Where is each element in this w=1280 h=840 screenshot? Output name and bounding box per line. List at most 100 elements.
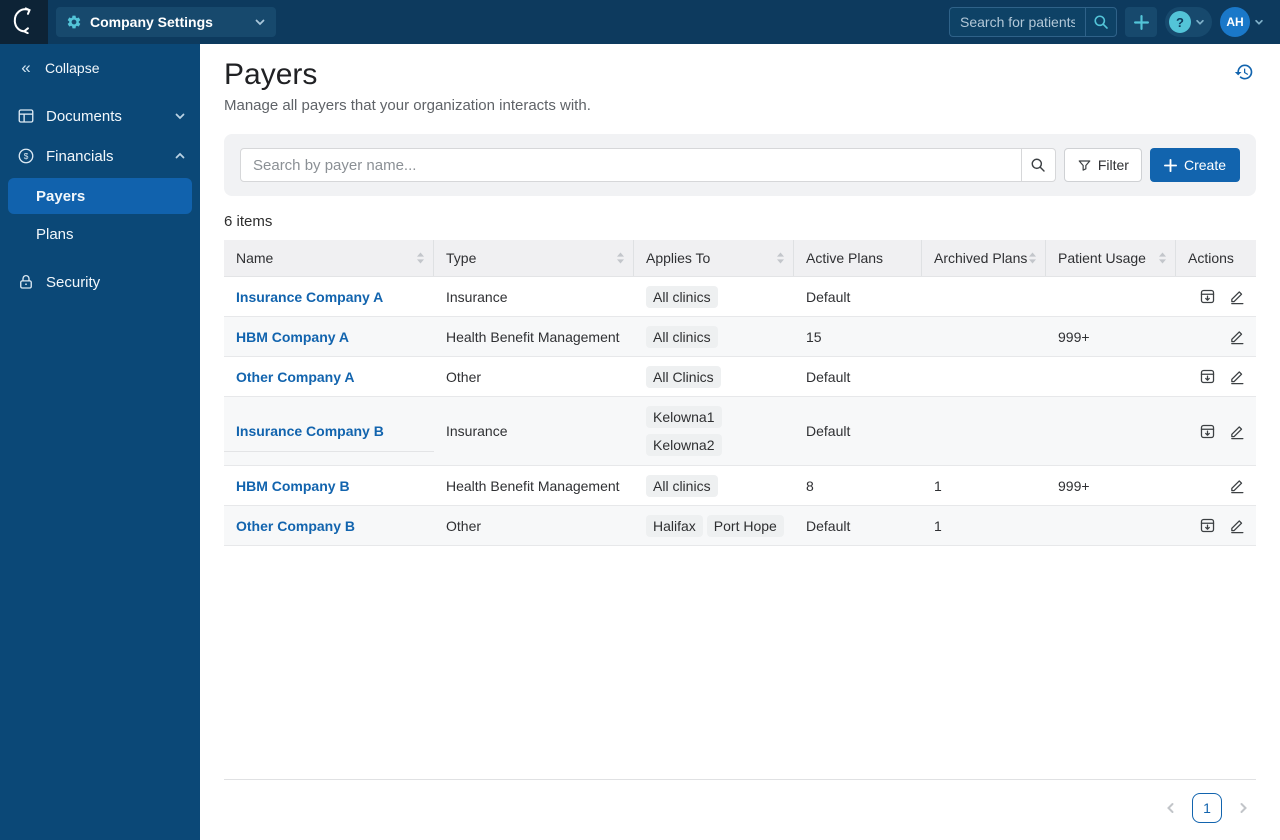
edit-icon <box>1229 368 1246 385</box>
actions-cell <box>1176 506 1256 545</box>
payer-search-button[interactable] <box>1021 148 1056 182</box>
column-label: Applies To <box>646 250 711 266</box>
patient-usage-cell: 999+ <box>1058 477 1090 494</box>
payers-table: Name Type Applies To Active Plans Archived P… <box>224 240 1256 546</box>
payer-type: Insurance <box>446 423 508 439</box>
edit-button[interactable] <box>1229 368 1246 385</box>
column-label: Name <box>236 250 274 266</box>
help-menu-button[interactable]: ? <box>1165 7 1212 37</box>
patient-search-button[interactable] <box>1085 7 1117 37</box>
active-plans-cell: Default <box>806 368 851 385</box>
chevron-down-icon <box>254 16 266 28</box>
sidebar: « Collapse Documents $ Financials Payers… <box>0 44 200 840</box>
table-row: Other Company B Other Halifax Port Hope Defa… <box>224 506 1256 546</box>
column-header-patient-usage[interactable]: Patient Usage <box>1046 240 1176 276</box>
user-menu-button[interactable]: AH <box>1220 7 1264 37</box>
quick-add-button[interactable] <box>1125 7 1157 37</box>
archive-button[interactable] <box>1199 288 1216 305</box>
edit-icon <box>1229 423 1246 440</box>
column-label: Type <box>446 250 477 266</box>
applies-to-badge: Kelowna2 <box>646 434 722 456</box>
payer-name-link[interactable]: Other Company B <box>236 518 355 534</box>
archive-icon <box>1199 288 1216 305</box>
sort-carets-icon <box>416 251 425 265</box>
search-icon <box>1030 157 1046 173</box>
sidebar-collapse[interactable]: « Collapse <box>0 48 200 88</box>
help-question-icon: ? <box>1169 11 1191 33</box>
top-bar: Company Settings ? AH <box>0 0 1280 44</box>
avatar: AH <box>1220 7 1250 37</box>
filter-button[interactable]: Filter <box>1063 148 1142 182</box>
items-count: 6 items <box>224 213 273 230</box>
archive-icon <box>1199 423 1216 440</box>
chevron-down-icon <box>1195 17 1205 27</box>
sidebar-item-documents[interactable]: Documents <box>0 96 200 136</box>
page-subtitle: Manage all payers that your organization… <box>224 97 591 114</box>
archive-button[interactable] <box>1199 368 1216 385</box>
archived-plans-cell <box>922 397 1046 465</box>
sidebar-item-payers[interactable]: Payers <box>8 178 192 214</box>
archive-button[interactable] <box>1199 423 1216 440</box>
edit-button[interactable] <box>1229 288 1246 305</box>
column-header-archived-plans[interactable]: Archived Plans <box>922 240 1046 276</box>
archived-plans-cell: 1 <box>934 517 942 534</box>
edit-button[interactable] <box>1229 328 1246 345</box>
sidebar-item-security[interactable]: Security <box>0 262 200 302</box>
patient-search-input[interactable] <box>949 7 1085 37</box>
archive-button[interactable] <box>1199 517 1216 534</box>
payer-type: Insurance <box>446 288 508 305</box>
column-header-name[interactable]: Name <box>224 240 434 276</box>
sidebar-item-financials[interactable]: $ Financials <box>0 136 200 176</box>
payer-type: Health Benefit Management <box>446 328 620 345</box>
table-row: HBM Company A Health Benefit Management Al… <box>224 317 1256 357</box>
column-label: Patient Usage <box>1058 250 1146 266</box>
patient-usage-cell <box>1046 506 1176 545</box>
edit-button[interactable] <box>1229 423 1246 440</box>
pagination: 1 <box>224 793 1256 823</box>
table-row: Other Company A Other All Clinics Default <box>224 357 1256 397</box>
applies-to-badge: All clinics <box>646 325 718 348</box>
payer-toolbar: Filter Create <box>224 134 1256 196</box>
create-button[interactable]: Create <box>1149 148 1240 182</box>
table-row: HBM Company B Health Benefit Management Al… <box>224 466 1256 506</box>
actions-cell <box>1176 466 1256 505</box>
patient-search <box>949 7 1117 37</box>
edit-button[interactable] <box>1229 517 1246 534</box>
column-header-applies-to[interactable]: Applies To <box>634 240 794 276</box>
payer-name-link[interactable]: Other Company A <box>236 369 355 385</box>
payer-name-link[interactable]: Insurance Company B <box>236 423 384 439</box>
history-button[interactable] <box>1232 60 1256 84</box>
payer-type: Other <box>446 517 482 534</box>
active-plans-cell: Default <box>806 423 851 439</box>
edit-icon <box>1229 517 1246 534</box>
payer-search-input[interactable] <box>240 148 1022 182</box>
actions-cell <box>1176 357 1256 396</box>
sidebar-item-label: Financials <box>46 147 114 165</box>
chevron-down-icon <box>174 110 186 122</box>
edit-button[interactable] <box>1229 477 1246 494</box>
actions-cell <box>1176 397 1256 465</box>
app-logo[interactable] <box>0 0 48 44</box>
previous-page-button[interactable] <box>1162 799 1180 817</box>
page-number-button[interactable]: 1 <box>1192 793 1222 823</box>
payer-name-link[interactable]: HBM Company A <box>236 329 349 345</box>
table-row: Insurance Company A Insurance All clinics D… <box>224 277 1256 317</box>
sort-carets-icon <box>776 251 785 265</box>
column-header-type[interactable]: Type <box>434 240 634 276</box>
active-plans-cell: 15 <box>806 328 822 345</box>
payer-name-link[interactable]: Insurance Company A <box>236 289 383 305</box>
payer-search <box>240 148 1056 182</box>
table-row: Insurance Company B Insurance Kelowna1 Kelo… <box>224 397 1256 466</box>
main-content: Payers Manage all payers that your organ… <box>200 44 1280 840</box>
edit-icon <box>1229 328 1246 345</box>
payer-type: Other <box>446 368 482 385</box>
next-page-button[interactable] <box>1234 799 1252 817</box>
archived-plans-cell <box>922 277 1046 316</box>
workspace-label: Company Settings <box>90 14 213 30</box>
jane-logo-icon <box>10 6 38 39</box>
sidebar-item-plans[interactable]: Plans <box>8 216 192 252</box>
column-label: Archived Plans <box>934 250 1028 266</box>
workspace-selector[interactable]: Company Settings <box>56 7 276 37</box>
patient-usage-cell <box>1046 277 1176 316</box>
payer-name-link[interactable]: HBM Company B <box>236 478 350 494</box>
